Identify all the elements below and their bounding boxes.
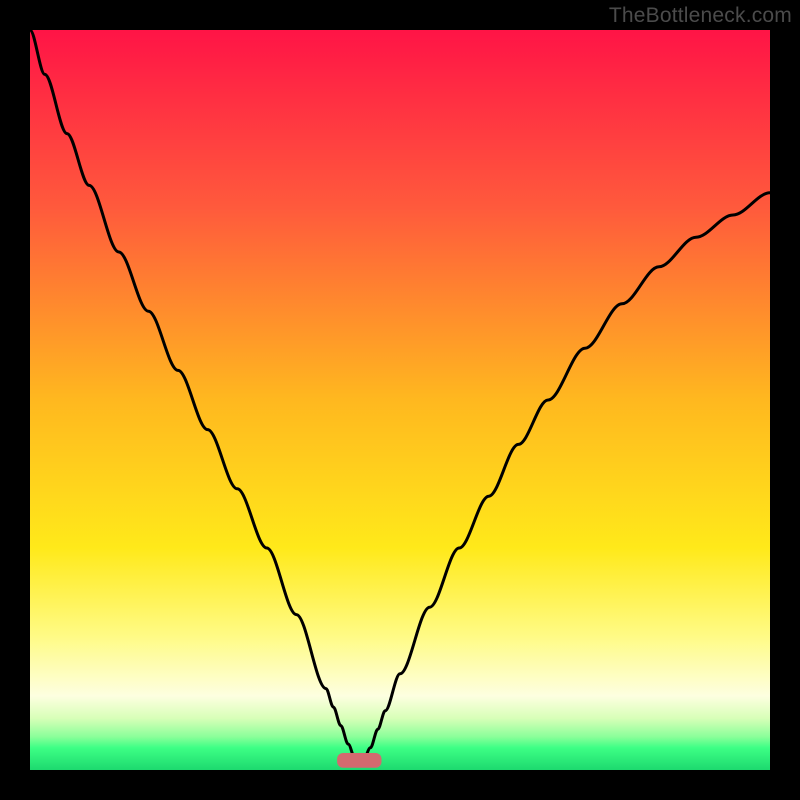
chart-svg — [30, 30, 770, 770]
optimum-marker — [337, 753, 381, 768]
watermark-text: TheBottleneck.com — [609, 4, 792, 28]
plot-area — [30, 30, 770, 770]
gradient-background — [30, 30, 770, 770]
chart-frame: TheBottleneck.com — [0, 0, 800, 800]
